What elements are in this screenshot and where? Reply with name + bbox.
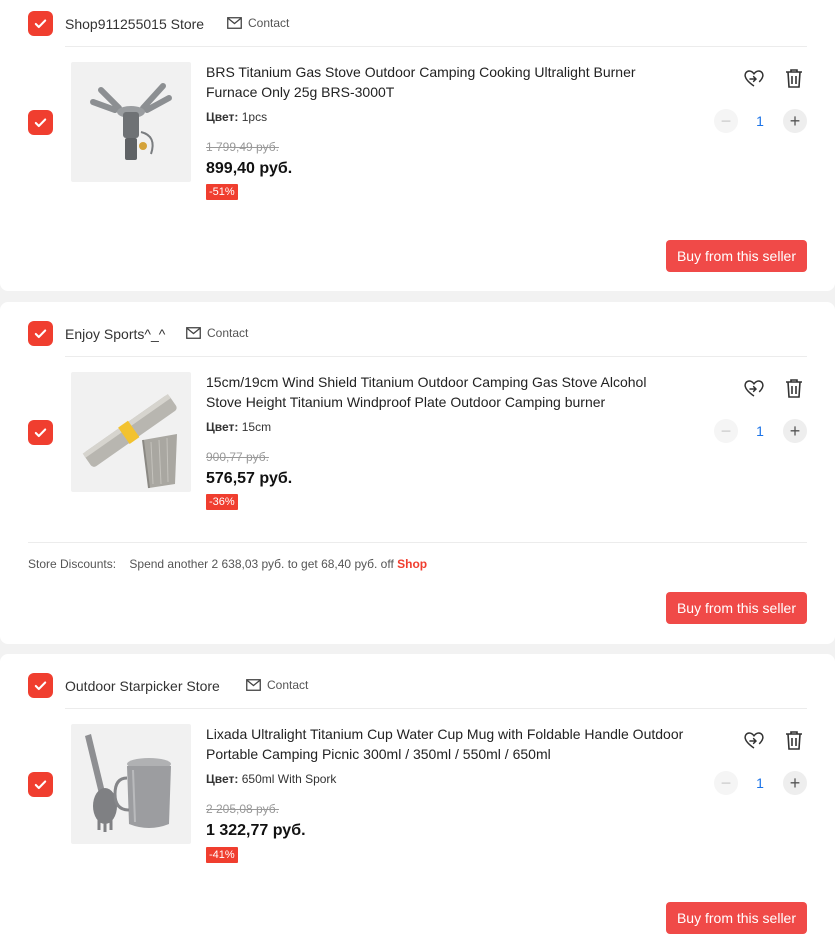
- quantity-increase-button[interactable]: +: [783, 419, 807, 443]
- wishlist-button[interactable]: [743, 729, 765, 751]
- product-variant: Цвет: 1pcs: [206, 110, 267, 124]
- contact-label: Contact: [248, 16, 290, 30]
- variant-value: 1pcs: [241, 110, 268, 124]
- store-checkbox[interactable]: [28, 11, 53, 36]
- checkmark-icon: [34, 428, 47, 437]
- store-checkbox[interactable]: [28, 673, 53, 698]
- trash-icon: [786, 379, 802, 398]
- heart-arrow-icon: [744, 380, 764, 397]
- quantity-increase-button[interactable]: +: [783, 109, 807, 133]
- discount-badge: -51%: [206, 184, 238, 200]
- envelope-icon: [246, 679, 261, 691]
- checkmark-icon: [34, 118, 47, 127]
- quantity-increase-button[interactable]: +: [783, 771, 807, 795]
- buy-from-seller-button[interactable]: Buy from this seller: [666, 240, 807, 272]
- wishlist-button[interactable]: [743, 377, 765, 399]
- quantity-value[interactable]: 1: [750, 775, 770, 791]
- old-price: 2 205,08 руб.: [206, 802, 279, 816]
- contact-link[interactable]: Contact: [227, 16, 289, 30]
- checkmark-icon: [34, 681, 47, 690]
- contact-label: Contact: [267, 678, 309, 692]
- quantity-decrease-button[interactable]: −: [714, 771, 738, 795]
- contact-link[interactable]: Contact: [186, 326, 248, 340]
- divider: [28, 542, 807, 543]
- price: 576,57 руб.: [206, 470, 293, 487]
- variant-value: 15cm: [241, 420, 272, 434]
- buy-from-seller-button[interactable]: Buy from this seller: [666, 902, 807, 934]
- price: 899,40 руб.: [206, 160, 293, 177]
- item-checkbox[interactable]: [28, 110, 53, 135]
- wishlist-button[interactable]: [743, 67, 765, 89]
- shop-link[interactable]: Shop: [397, 557, 427, 571]
- delete-button[interactable]: [783, 67, 805, 89]
- product-variant: Цвет: 15cm: [206, 420, 271, 434]
- variant-label: Цвет:: [206, 110, 239, 124]
- quantity-value[interactable]: 1: [750, 423, 770, 439]
- divider: [65, 46, 807, 47]
- trash-icon: [786, 69, 802, 88]
- checkmark-icon: [34, 780, 47, 789]
- store-card-1: Shop911255015 Store Contact BRS Titanium…: [0, 0, 835, 291]
- store-card-2: Enjoy Sports^_^ Contact 15cm/19cm Wind S…: [0, 302, 835, 644]
- store-discount: Store Discounts: Spend another 2 638,03 …: [28, 557, 427, 571]
- quantity-value[interactable]: 1: [750, 113, 770, 129]
- discount-badge: -36%: [206, 494, 238, 510]
- store-name[interactable]: Outdoor Starpicker Store: [65, 678, 220, 694]
- item-checkbox[interactable]: [28, 772, 53, 797]
- divider: [65, 708, 807, 709]
- delete-button[interactable]: [783, 729, 805, 751]
- divider: [65, 356, 807, 357]
- store-card-3: Outdoor Starpicker Store Contact Lixada …: [0, 654, 835, 951]
- variant-value: 650ml With Spork: [241, 772, 337, 786]
- envelope-icon: [186, 327, 201, 339]
- product-variant: Цвет: 650ml With Spork: [206, 772, 336, 786]
- buy-from-seller-button[interactable]: Buy from this seller: [666, 592, 807, 624]
- price: 1 322,77 руб.: [206, 822, 306, 839]
- store-name[interactable]: Shop911255015 Store: [65, 16, 204, 32]
- envelope-icon: [227, 17, 242, 29]
- product-image-titanium-cup[interactable]: [71, 724, 191, 844]
- product-title[interactable]: 15cm/19cm Wind Shield Titanium Outdoor C…: [206, 372, 686, 412]
- quantity-decrease-button[interactable]: −: [714, 109, 738, 133]
- old-price: 1 799,49 руб.: [206, 140, 279, 154]
- store-discount-text: Spend another 2 638,03 руб. to get 68,40…: [129, 557, 394, 571]
- quantity-decrease-button[interactable]: −: [714, 419, 738, 443]
- product-title[interactable]: Lixada Ultralight Titanium Cup Water Cup…: [206, 724, 686, 764]
- contact-link[interactable]: Contact: [246, 678, 308, 692]
- discount-badge: -41%: [206, 847, 238, 863]
- old-price: 900,77 руб.: [206, 450, 269, 464]
- contact-label: Contact: [207, 326, 249, 340]
- delete-button[interactable]: [783, 377, 805, 399]
- checkmark-icon: [34, 19, 47, 28]
- store-checkbox[interactable]: [28, 321, 53, 346]
- product-image-gas-stove[interactable]: [71, 62, 191, 182]
- trash-icon: [786, 731, 802, 750]
- store-discount-label: Store Discounts:: [28, 557, 117, 571]
- product-image-wind-shield[interactable]: [71, 372, 191, 492]
- wind-shield-illustration: [82, 393, 177, 489]
- variant-label: Цвет:: [206, 772, 239, 786]
- item-checkbox[interactable]: [28, 420, 53, 445]
- variant-label: Цвет:: [206, 420, 239, 434]
- checkmark-icon: [34, 329, 47, 338]
- titanium-cup-illustration: [85, 734, 171, 832]
- product-title[interactable]: BRS Titanium Gas Stove Outdoor Camping C…: [206, 62, 686, 102]
- store-name[interactable]: Enjoy Sports^_^: [65, 326, 165, 342]
- gas-stove-illustration: [90, 83, 172, 160]
- heart-arrow-icon: [744, 732, 764, 749]
- heart-arrow-icon: [744, 70, 764, 87]
